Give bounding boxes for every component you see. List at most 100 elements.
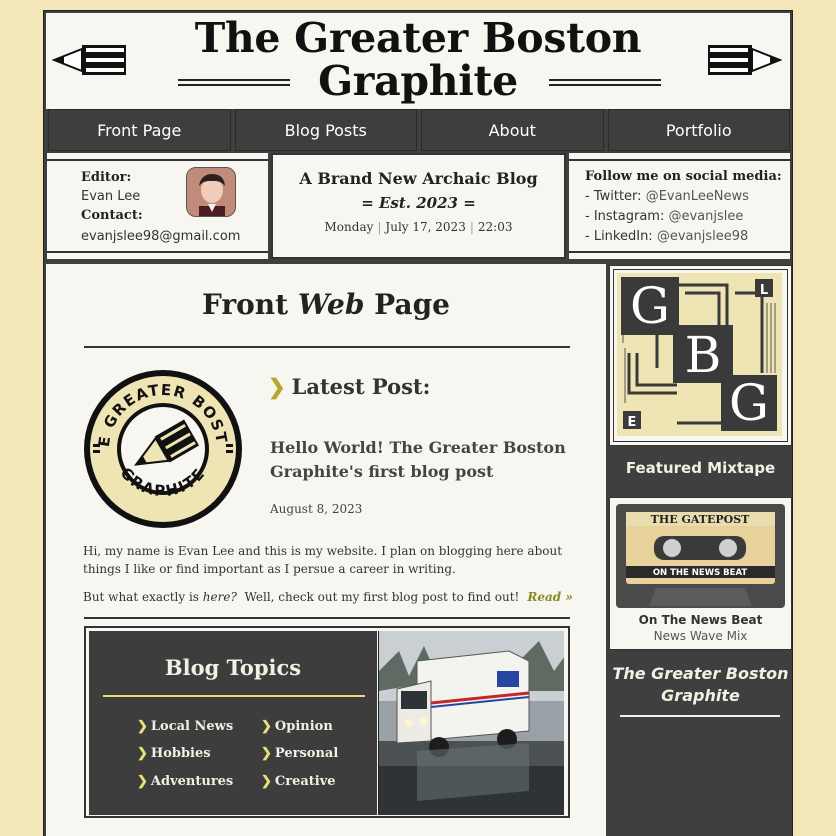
topic-label: Hobbies [150,746,211,761]
logo-letter-l: L [760,283,768,298]
masthead-rule-right [549,79,661,86]
chevron-right-icon: ❯ [137,719,148,734]
topic-label: Opinion [274,719,333,734]
divider [103,695,365,697]
social-link-twitter[interactable]: - Twitter: @EvanLeeNews [585,189,749,204]
topic-label: Personal [274,746,339,761]
topic-personal[interactable]: ❯ Personal [261,746,338,761]
topic-label: Local News [150,719,234,734]
topics-list-area: Blog Topics ❯ Local News ❯ Opinion ❯ Hobbie… [89,631,377,815]
page-frame: The Greater Boston Graphite Front Page B… [43,10,793,836]
topic-creative[interactable]: ❯ Creative [261,774,336,789]
editor-name: Evan Lee [81,189,141,204]
featured-mixtape-heading: Featured Mixtape [625,459,776,477]
social-link-instagram[interactable]: - Instagram: @evanjslee [585,209,743,224]
logo-letter-g2: G [729,374,769,432]
separator: | [377,220,382,234]
divider [47,159,268,161]
social-label: - LinkedIn: [585,229,657,244]
current-datetime: Monday | July 17, 2023 | 22:03 [271,220,566,234]
chevron-right-icon: ❯ [261,774,272,789]
teaser-italic: here? [202,590,237,604]
pencil-right-icon [708,45,782,75]
logo-letter-g1: G [630,277,670,335]
topic-label: Adventures [150,774,234,789]
nav-front-page[interactable]: Front Page [48,109,231,151]
intro-paragraph: Hi, my name is Evan Lee and this is my w… [83,544,563,576]
masthead: The Greater Boston Graphite [46,13,790,109]
cassette-image: THE GATEPOST ON THE NEWS BEAT [616,504,785,608]
current-date: July 17, 2023 [385,220,466,234]
contact-email[interactable]: evanjslee98@gmail.com [81,229,240,244]
social-heading: Follow me on social media: [585,169,782,184]
page-title-italic: Web [297,288,365,321]
avatar [186,167,236,217]
social-link-linkedin[interactable]: - LinkedIn: @evanjslee98 [585,229,748,244]
social-label: - Instagram: [585,209,669,224]
topic-hobbies[interactable]: ❯ Hobbies [137,746,211,761]
mixtape-card[interactable]: THE GATEPOST ON THE NEWS BEAT On The New… [609,497,792,650]
main-nav: Front Page Blog Posts About Portfolio [47,109,791,151]
separator: | [469,220,474,234]
latest-post-title[interactable]: Hello World! The Greater Boston Graphite… [270,436,570,484]
topic-label: Creative [274,774,336,789]
established-label: = Est. 2023 = [361,194,476,212]
mixtape-name[interactable]: On The News Beat [610,613,791,627]
topic-local-news[interactable]: ❯ Local News [137,719,233,734]
divider [47,251,268,253]
chevron-right-icon: ❯ [261,719,272,734]
main-content: Front Web Page THE GREATER BOSTON GRAPHI… [46,264,606,836]
sidebar-brand: The Greater Boston Graphite [609,663,792,707]
blog-tagline: A Brand New Archaic Blog [299,169,538,188]
sidebar-brand-line1: The Greater Boston [612,664,789,683]
contact-label: Contact: [81,208,143,223]
read-more-link[interactable]: Read » [527,590,572,604]
blog-topics-panel: Blog Topics ❯ Local News ❯ Opinion ❯ Hobbie… [84,626,570,818]
pencil-left-icon [52,45,126,75]
logo-letter-b: B [685,326,722,384]
page-title-part: Front [201,288,298,321]
mixtape-subtitle: News Wave Mix [653,629,748,643]
divider [620,715,780,717]
site-title-line1: The Greater Boston [194,14,642,62]
latest-post-heading: ❯ Latest Post: [268,374,430,399]
current-time: 22:03 [477,220,513,234]
gbg-logo: G B G L E [609,265,792,446]
masthead-rule-left [178,79,290,86]
teaser-text: But what exactly is [83,590,203,604]
divider [84,346,570,348]
latest-post-date: August 8, 2023 [270,502,363,516]
graphite-badge-logo: THE GREATER BOSTON GRAPHITE [82,368,242,528]
topics-heading: Blog Topics [164,655,302,680]
social-panel: Follow me on social media: - Twitter: @E… [569,153,790,259]
divider [569,251,790,253]
social-label: - Twitter: [585,189,646,204]
site-title[interactable]: The Greater Boston Graphite [166,17,670,103]
nav-about[interactable]: About [421,109,604,151]
latest-post-label: Latest Post: [291,374,431,399]
topic-adventures[interactable]: ❯ Adventures [137,774,233,789]
logo-letter-e: E [628,415,637,430]
nav-blog-posts[interactable]: Blog Posts [234,109,417,151]
cassette-band-text: ON THE NEWS BEAT [653,568,748,578]
divider [84,617,570,619]
cassette-label: THE GATEPOST [651,513,750,526]
sidebar-brand-line2: Graphite [661,686,740,705]
nav-portfolio[interactable]: Portfolio [607,109,790,151]
social-handle[interactable]: @evanjslee [668,209,743,224]
blog-info-panel: A Brand New Archaic Blog = Est. 2023 = M… [271,153,566,259]
page-title: Front Web Page [46,288,606,321]
editor-label: Editor: [81,170,132,185]
chevron-right-icon: ❯ [137,774,148,789]
divider [569,159,790,161]
page-title-part: Page [364,288,450,321]
chevron-right-icon: ❯ [261,746,272,761]
social-handle[interactable]: @EvanLeeNews [646,189,749,204]
teaser-text: Well, check out my first blog post to fi… [236,590,520,604]
chevron-right-icon: ❯ [137,746,148,761]
gbg-logo-inner: G B G L E [613,269,788,442]
topic-opinion[interactable]: ❯ Opinion [261,719,333,734]
editor-panel: Editor: Evan Lee Contact: evanjslee98@gm… [47,153,268,259]
social-handle[interactable]: @evanjslee98 [657,229,748,244]
teaser-paragraph: But what exactly is here? Well, check ou… [83,590,573,604]
